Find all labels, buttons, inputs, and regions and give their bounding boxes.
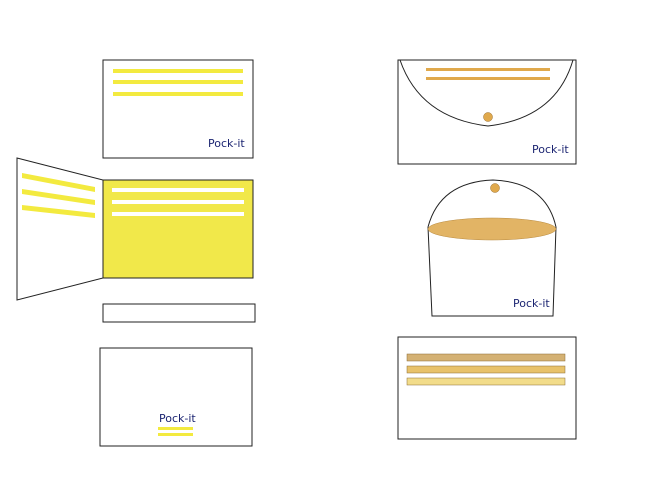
tan-stripe	[406, 377, 566, 386]
card-strip	[102, 303, 256, 323]
yellow-stripe	[158, 427, 193, 430]
strip-outline	[102, 303, 256, 323]
envelope-back	[397, 336, 577, 440]
brand-wordmark: Pock-it	[532, 143, 569, 156]
button-dot	[490, 183, 500, 193]
white-stripe	[112, 212, 244, 216]
pocket-opening	[427, 217, 557, 241]
yellow-stripe	[113, 80, 243, 84]
brand-wordmark: Pock-it	[513, 297, 550, 310]
yellow-stripe	[113, 92, 243, 96]
envelope-open: Pock-it	[427, 179, 557, 317]
white-stripe	[112, 188, 244, 192]
card-outline	[99, 347, 253, 447]
tan-stripe	[406, 365, 566, 374]
envelope-outline	[397, 336, 577, 440]
card-back-front: Pock-it	[99, 347, 253, 447]
card-closed-front: Pock-it	[102, 59, 254, 159]
white-stripe	[112, 200, 244, 204]
button-dot	[483, 112, 493, 122]
card-opened	[16, 157, 254, 301]
brand-wordmark: Pock-it	[208, 137, 245, 150]
tan-stripe	[406, 353, 566, 362]
yellow-stripe	[113, 69, 243, 73]
tan-stripe	[426, 68, 550, 71]
yellow-panel	[102, 179, 254, 279]
product-diagram: Pock-it Pock-it Pock-it Pock-it	[16, 59, 577, 447]
tan-stripe	[426, 77, 550, 80]
yellow-stripe	[158, 433, 193, 436]
brand-wordmark: Pock-it	[159, 412, 196, 425]
envelope-closed: Pock-it	[397, 59, 577, 165]
